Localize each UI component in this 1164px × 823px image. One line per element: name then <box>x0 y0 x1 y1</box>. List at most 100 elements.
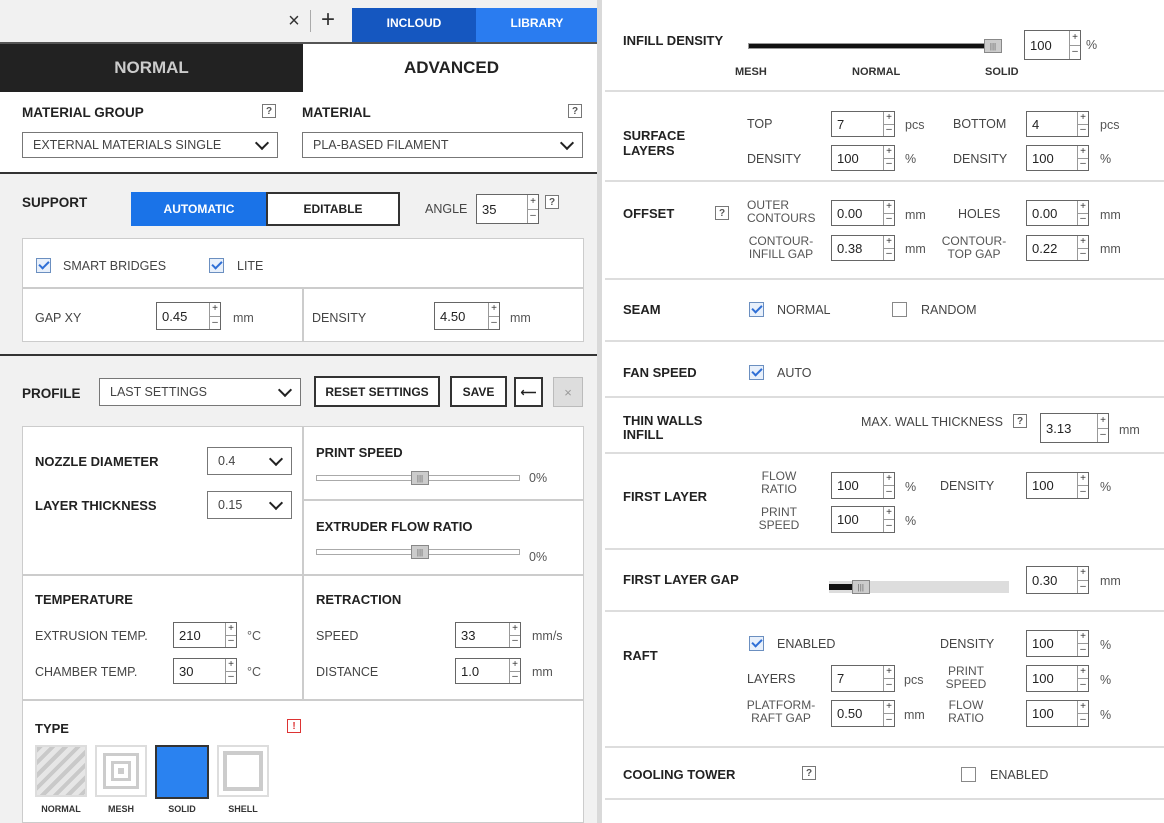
plus-icon[interactable]: + <box>226 623 236 635</box>
first-layer-speed-stepper[interactable]: 100 + – <box>831 506 895 533</box>
outer-contours-stepper[interactable]: 0.00 + – <box>831 200 895 226</box>
extrusion-temp-value[interactable]: 210 <box>174 623 225 647</box>
max-wall-thickness-stepper[interactable]: 3.13 + – <box>1040 413 1109 443</box>
minus-icon[interactable]: – <box>489 315 499 330</box>
stepper-arrows[interactable]: + – <box>225 623 236 647</box>
stepper-arrows[interactable]: + – <box>209 303 220 329</box>
support-density-value[interactable]: 4.50 <box>435 303 488 329</box>
max-wall-thickness-value[interactable]: 3.13 <box>1041 414 1097 442</box>
automatic-button[interactable]: AUTOMATIC <box>131 192 267 226</box>
stepper-arrows[interactable]: + – <box>1077 146 1088 170</box>
stepper-arrows[interactable]: + – <box>1077 567 1088 593</box>
stepper-arrows[interactable]: + – <box>488 303 499 329</box>
raft-layers-value[interactable]: 7 <box>832 666 883 691</box>
minus-icon[interactable]: – <box>528 208 538 224</box>
raft-flow-ratio-value[interactable]: 100 <box>1027 701 1077 726</box>
bottom-density-value[interactable]: 100 <box>1027 146 1077 170</box>
minus-icon[interactable]: – <box>1078 579 1088 594</box>
outer-contours-value[interactable]: 0.00 <box>832 201 883 225</box>
holes-value[interactable]: 0.00 <box>1027 201 1077 225</box>
stepper-arrows[interactable]: + – <box>1077 201 1088 225</box>
minus-icon[interactable]: – <box>1078 157 1088 171</box>
plus-icon[interactable]: + <box>510 623 520 635</box>
plus-icon[interactable]: + <box>528 195 538 209</box>
minus-icon[interactable]: – <box>226 634 236 648</box>
minus-icon[interactable]: – <box>1078 212 1088 226</box>
minus-icon[interactable]: – <box>1078 713 1088 726</box>
stepper-arrows[interactable]: + – <box>883 236 894 260</box>
contour-top-gap-stepper[interactable]: 0.22 + – <box>1026 235 1089 261</box>
bottom-density-stepper[interactable]: 100 + – <box>1026 145 1089 171</box>
minus-icon[interactable]: – <box>884 713 894 726</box>
first-layer-gap-value[interactable]: 0.30 <box>1027 567 1077 593</box>
minus-icon[interactable]: – <box>1078 643 1088 656</box>
retraction-speed-value[interactable]: 33 <box>456 623 509 647</box>
add-icon[interactable]: + <box>314 6 342 34</box>
angle-value[interactable]: 35 <box>477 195 527 223</box>
stepper-arrows[interactable]: + – <box>883 146 894 170</box>
stepper-arrows[interactable]: + – <box>1077 631 1088 656</box>
stepper-arrows[interactable]: + – <box>509 623 520 647</box>
stepper-arrows[interactable]: + – <box>1077 473 1088 498</box>
first-layer-speed-value[interactable]: 100 <box>832 507 883 532</box>
fan-auto-checkbox[interactable] <box>749 365 764 380</box>
seam-random-checkbox[interactable] <box>892 302 907 317</box>
raft-flow-ratio-stepper[interactable]: 100 + – <box>1026 700 1089 727</box>
material-group-select[interactable]: EXTERNAL MATERIALS SINGLE <box>22 132 278 158</box>
minus-icon[interactable]: – <box>510 670 520 684</box>
stepper-arrows[interactable]: + – <box>1069 31 1080 59</box>
lite-checkbox[interactable] <box>209 258 224 273</box>
infill-density-track[interactable] <box>748 43 1002 49</box>
infill-normal-icon[interactable] <box>35 745 87 797</box>
plus-icon[interactable]: + <box>1078 201 1088 213</box>
minus-icon[interactable]: – <box>1078 247 1088 261</box>
plus-icon[interactable]: + <box>1078 146 1088 158</box>
contour-infill-gap-stepper[interactable]: 0.38 + – <box>831 235 895 261</box>
minus-icon[interactable]: – <box>884 157 894 171</box>
stepper-arrows[interactable]: + – <box>225 659 236 683</box>
advanced-mode-tab[interactable]: ADVANCED <box>303 44 599 92</box>
plus-icon[interactable]: + <box>1078 567 1088 580</box>
plus-icon[interactable]: + <box>1078 112 1088 124</box>
incloud-tab[interactable]: INCLOUD <box>352 8 476 42</box>
normal-mode-tab[interactable]: NORMAL <box>0 44 303 92</box>
help-icon[interactable]: ? <box>715 206 729 220</box>
minus-icon[interactable]: – <box>1078 678 1088 691</box>
retraction-speed-stepper[interactable]: 33 + – <box>455 622 521 648</box>
stepper-arrows[interactable]: + – <box>1097 414 1108 442</box>
nozzle-select[interactable]: 0.4 <box>207 447 292 475</box>
raft-density-value[interactable]: 100 <box>1027 631 1077 656</box>
stepper-arrows[interactable]: + – <box>883 473 894 498</box>
smart-bridges-checkbox[interactable] <box>36 258 51 273</box>
seam-normal-checkbox[interactable] <box>749 302 764 317</box>
layer-select[interactable]: 0.15 <box>207 491 292 519</box>
plus-icon[interactable]: + <box>510 659 520 671</box>
chamber-temp-value[interactable]: 30 <box>174 659 225 683</box>
infill-density-value[interactable]: 100 <box>1025 31 1069 59</box>
help-icon[interactable]: ? <box>262 104 276 118</box>
save-button[interactable]: SAVE <box>450 376 507 407</box>
platform-raft-gap-stepper[interactable]: 0.50 + – <box>831 700 895 727</box>
minus-icon[interactable]: – <box>884 678 894 691</box>
chamber-temp-stepper[interactable]: 30 + – <box>173 658 237 684</box>
profile-select[interactable]: LAST SETTINGS <box>99 378 301 406</box>
first-layer-gap-thumb[interactable]: ||| <box>851 580 870 594</box>
plus-icon[interactable]: + <box>884 473 894 485</box>
minus-icon[interactable]: – <box>210 315 220 330</box>
flow-ratio-thumb[interactable]: ||| <box>411 545 429 559</box>
extrusion-temp-stepper[interactable]: 210 + – <box>173 622 237 648</box>
minus-icon[interactable]: – <box>884 123 894 137</box>
contour-top-gap-value[interactable]: 0.22 <box>1027 236 1077 260</box>
stepper-arrows[interactable]: + – <box>883 701 894 726</box>
plus-icon[interactable]: + <box>489 303 499 316</box>
plus-icon[interactable]: + <box>884 146 894 158</box>
raft-layers-stepper[interactable]: 7 + – <box>831 665 895 692</box>
first-layer-density-value[interactable]: 100 <box>1027 473 1077 498</box>
retraction-distance-stepper[interactable]: 1.0 + – <box>455 658 521 684</box>
support-density-stepper[interactable]: 4.50 + – <box>434 302 500 330</box>
plus-icon[interactable]: + <box>1078 631 1088 643</box>
material-select[interactable]: PLA-BASED FILAMENT <box>302 132 583 158</box>
close-icon[interactable]: × <box>280 8 308 34</box>
stepper-arrows[interactable]: + – <box>527 195 538 223</box>
top-stepper[interactable]: 7 + – <box>831 111 895 137</box>
